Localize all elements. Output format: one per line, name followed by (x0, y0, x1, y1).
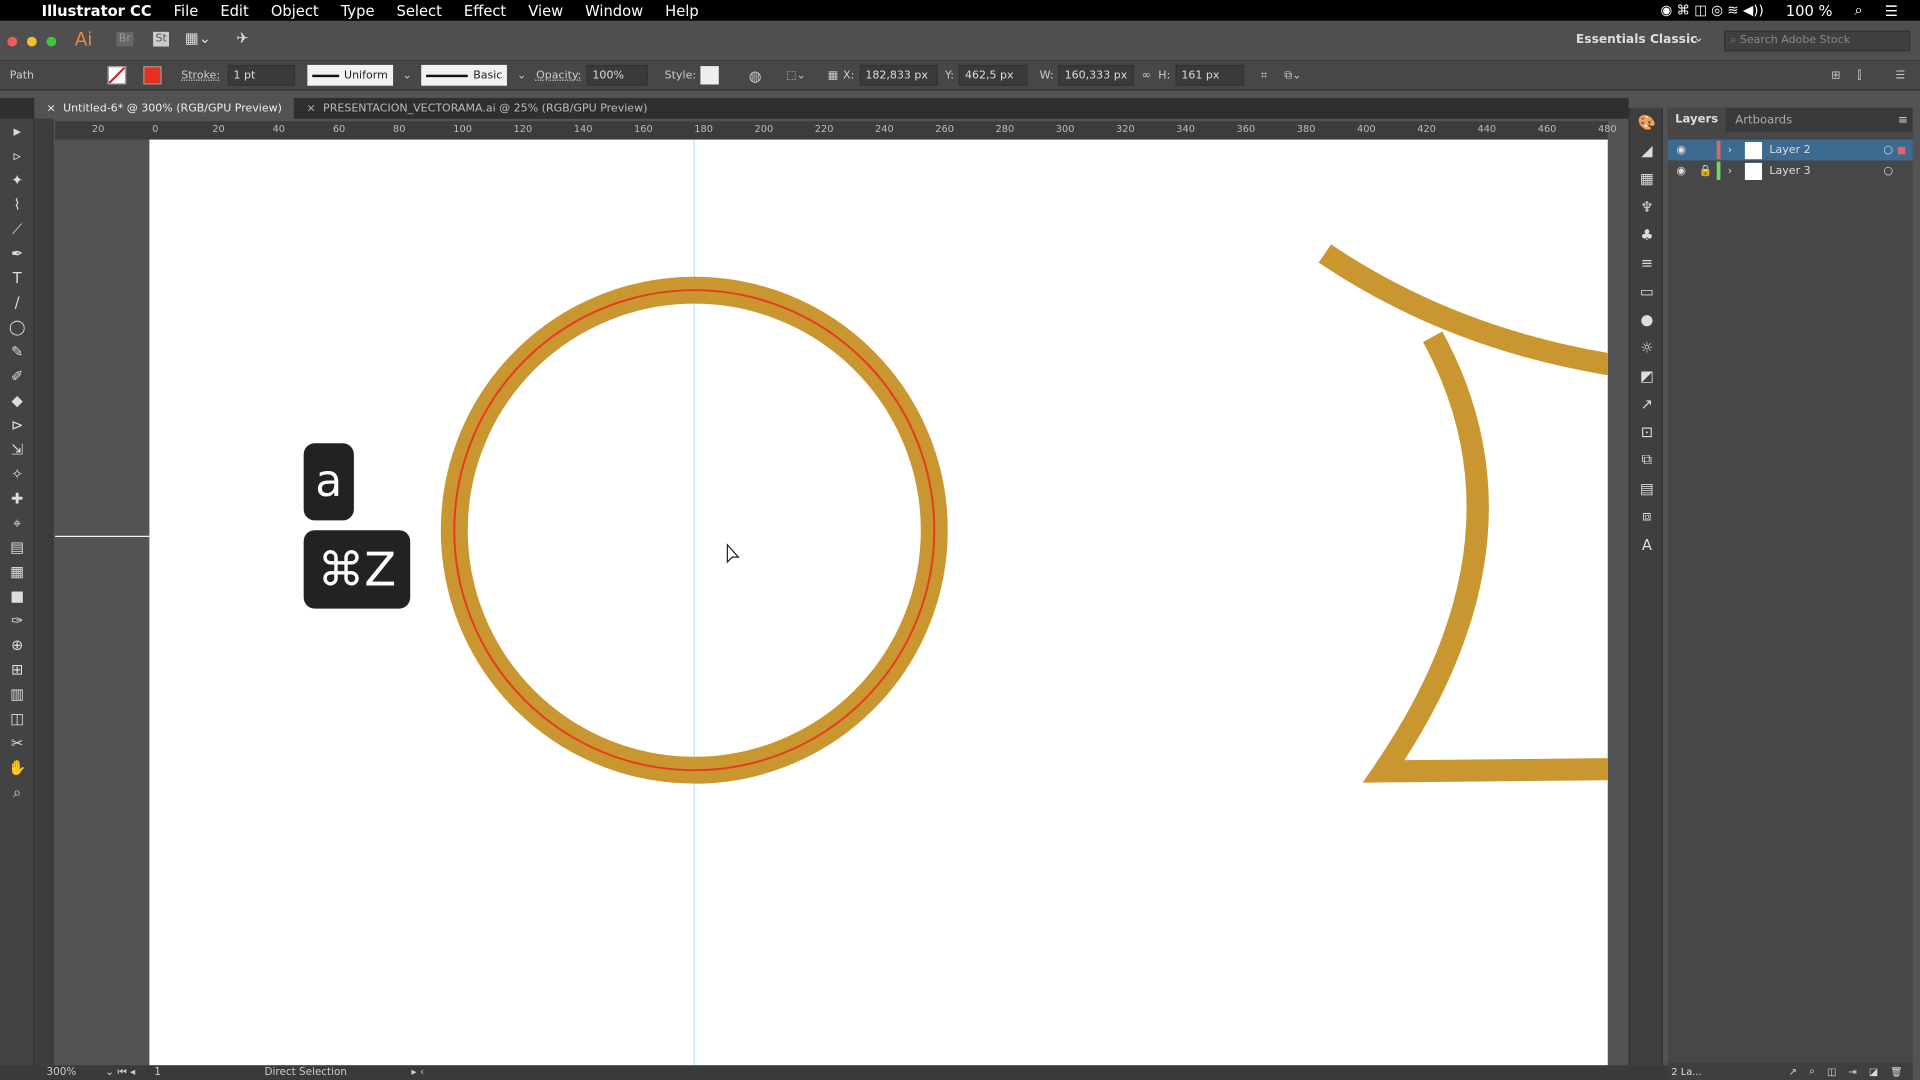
chevron-down-icon[interactable]: ⌄ ⏮ ◂ (105, 1067, 154, 1079)
illustrator-window: Illustrator CC File Edit Object Type Sel… (0, 0, 1920, 1080)
current-tool-status[interactable]: Direct Selection (264, 1067, 411, 1079)
layers-panel: Layers Artboards ≡ ◉ › Layer 2 ○ ◉ 🔒 › La… (1667, 107, 1913, 1080)
layer-count: 2 La... (1671, 1065, 1702, 1077)
panel-icon[interactable]: ≡ (1630, 249, 1664, 277)
cursor-icon (726, 543, 740, 564)
target-icon[interactable]: ○ (1883, 144, 1893, 156)
zoom-select[interactable]: 300% (47, 1067, 106, 1079)
panel-icon[interactable]: ● (1630, 305, 1664, 333)
panel-icon[interactable]: ⊡ (1630, 418, 1664, 446)
panel-icon[interactable]: ⧈ (1630, 502, 1664, 530)
panel-icon[interactable]: ⧉ (1630, 446, 1664, 474)
panel-icon[interactable]: ▤ (1630, 474, 1664, 502)
eye-icon[interactable]: ◉ (1668, 144, 1695, 156)
panel-icon[interactable]: ♆ (1630, 192, 1664, 220)
tab-artboards[interactable]: Artboards (1725, 113, 1802, 126)
panel-icon[interactable]: ◩ (1630, 361, 1664, 389)
layer-color (1716, 140, 1721, 160)
locate-object-icon[interactable]: ⌕ (1809, 1065, 1814, 1077)
artboard-number-input[interactable]: 1 (154, 1067, 264, 1079)
panel-icon[interactable]: A (1630, 530, 1664, 558)
panel-icon[interactable]: ♣ (1630, 220, 1664, 248)
keystroke-a: a (303, 443, 354, 521)
panel-icon[interactable]: 🎨 (1630, 108, 1664, 136)
target-icon[interactable]: ○ (1883, 165, 1893, 177)
lock-icon[interactable]: 🔒 (1695, 165, 1717, 177)
layer-thumbnail (1744, 162, 1763, 180)
expand-icon[interactable]: › (1728, 165, 1745, 177)
eye-icon[interactable]: ◉ (1668, 165, 1695, 177)
panel-icon[interactable]: ▦ (1630, 164, 1664, 192)
clipping-mask-icon[interactable]: ◫ (1827, 1066, 1836, 1077)
panel-menu-icon[interactable]: ≡ (1898, 113, 1908, 126)
export-icon[interactable]: ↗ (1789, 1066, 1797, 1077)
layer-row-layer-3[interactable]: ◉ 🔒 › Layer 3 ○ (1668, 160, 1913, 181)
panel-icon[interactable]: ◢ (1630, 136, 1664, 164)
status-bar: 300% ⌄ ⏮ ◂ 1 Direct Selection ▸ ‹ (0, 1065, 1668, 1080)
new-layer-icon[interactable]: ◪ (1869, 1066, 1878, 1077)
layer-thumbnail (1744, 141, 1763, 159)
trash-icon[interactable]: 🗑 (1890, 1066, 1902, 1077)
layer-color (1716, 161, 1721, 181)
new-sublayer-icon[interactable]: ⇥ (1848, 1066, 1856, 1077)
layer-row-layer-2[interactable]: ◉ › Layer 2 ○ (1667, 139, 1913, 161)
status-menu-icon[interactable]: ▸ ‹ (411, 1067, 424, 1079)
keystroke-cmd-z: ⌘Z (303, 530, 411, 609)
panel-icon[interactable]: ▭ (1630, 277, 1664, 305)
panel-icon[interactable]: ☼ (1630, 333, 1664, 361)
layer-name[interactable]: Layer 2 (1769, 144, 1883, 156)
layer-name[interactable]: Layer 3 (1769, 165, 1883, 177)
panel-dock: 🎨 ◢ ▦ ♆ ♣ ≡ ▭ ● ☼ ◩ ↗ ⊡ ⧉ ▤ ⧈ A (1628, 107, 1664, 1066)
panel-icon[interactable]: ↗ (1630, 389, 1664, 417)
expand-icon[interactable]: › (1728, 144, 1745, 156)
tab-layers[interactable]: Layers (1667, 107, 1726, 133)
selected-art-indicator[interactable] (1897, 146, 1906, 154)
gold-shape[interactable] (1318, 244, 1629, 783)
